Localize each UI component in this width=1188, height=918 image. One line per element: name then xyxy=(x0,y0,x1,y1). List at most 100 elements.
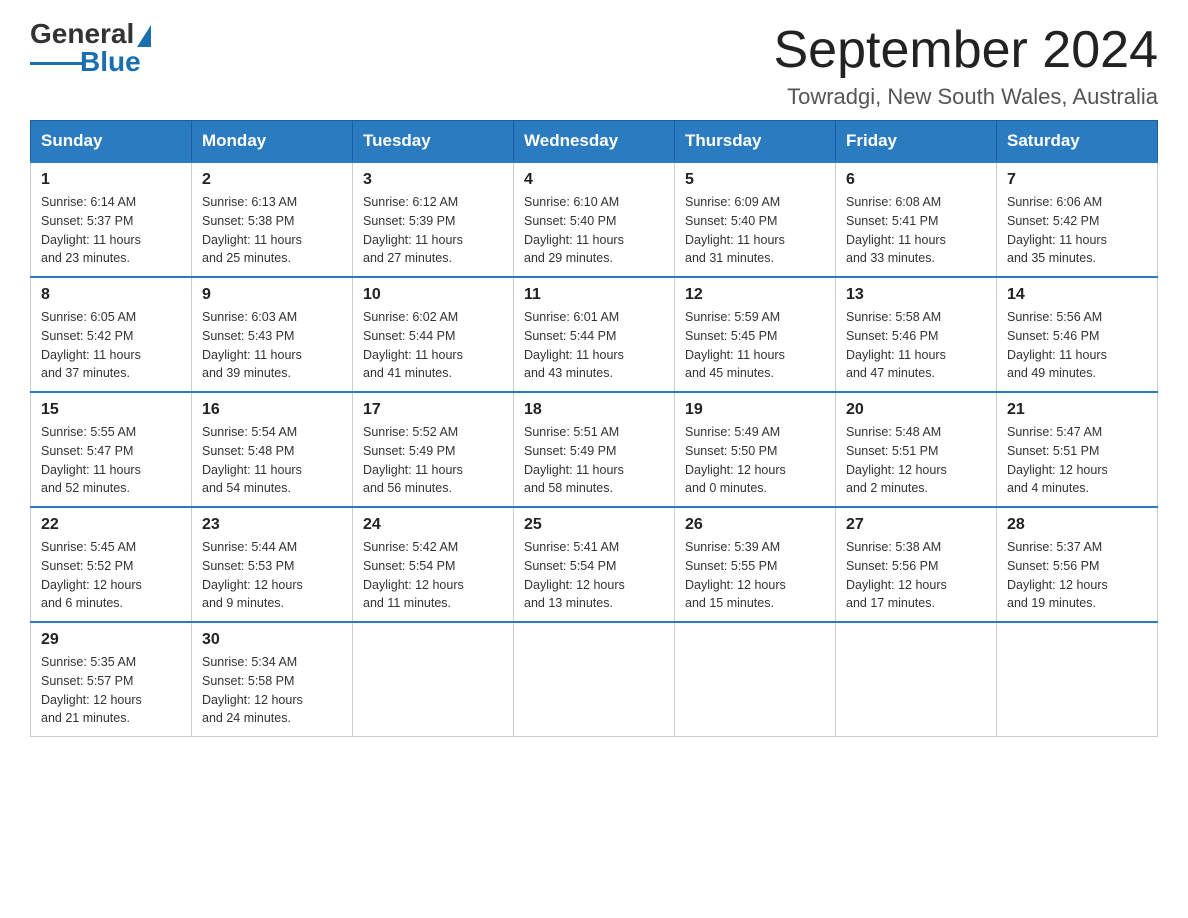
logo-triangle-icon xyxy=(137,25,151,47)
calendar-day-cell xyxy=(997,622,1158,737)
day-number: 22 xyxy=(41,516,181,534)
calendar-day-header: Wednesday xyxy=(514,121,675,163)
day-number: 18 xyxy=(524,401,664,419)
calendar-week-row: 1 Sunrise: 6:14 AMSunset: 5:37 PMDaylight… xyxy=(31,162,1158,277)
calendar-day-cell: 11 Sunrise: 6:01 AMSunset: 5:44 PMDayligh… xyxy=(514,277,675,392)
calendar-header-row: SundayMondayTuesdayWednesdayThursdayFrid… xyxy=(31,121,1158,163)
calendar-day-cell: 17Sunrise: 5:52 AMSunset: 5:49 PMDayligh… xyxy=(353,392,514,507)
day-info: Sunrise: 5:38 AMSunset: 5:56 PMDaylight:… xyxy=(846,538,986,613)
calendar-day-header: Monday xyxy=(192,121,353,163)
logo-general: General xyxy=(30,20,134,48)
day-info: Sunrise: 5:44 AMSunset: 5:53 PMDaylight:… xyxy=(202,538,342,613)
calendar-week-row: 8 Sunrise: 6:05 AMSunset: 5:42 PMDaylight… xyxy=(31,277,1158,392)
day-info: Sunrise: 5:39 AMSunset: 5:55 PMDaylight:… xyxy=(685,538,825,613)
day-info: Sunrise: 6:12 AMSunset: 5:39 PMDaylight:… xyxy=(363,193,503,268)
day-number: 24 xyxy=(363,516,503,534)
day-info: Sunrise: 6:09 AMSunset: 5:40 PMDaylight:… xyxy=(685,193,825,268)
day-number: 8 xyxy=(41,286,181,304)
day-number: 30 xyxy=(202,631,342,649)
calendar-day-cell: 19 Sunrise: 5:49 AMSunset: 5:50 PMDayligh… xyxy=(675,392,836,507)
calendar-day-cell xyxy=(836,622,997,737)
day-info: Sunrise: 5:47 AMSunset: 5:51 PMDaylight:… xyxy=(1007,423,1147,498)
day-info: Sunrise: 6:05 AMSunset: 5:42 PMDaylight:… xyxy=(41,308,181,383)
calendar-day-cell: 10 Sunrise: 6:02 AMSunset: 5:44 PMDayligh… xyxy=(353,277,514,392)
day-info: Sunrise: 5:51 AMSunset: 5:49 PMDaylight:… xyxy=(524,423,664,498)
day-number: 3 xyxy=(363,171,503,189)
day-info: Sunrise: 5:54 AMSunset: 5:48 PMDaylight:… xyxy=(202,423,342,498)
logo-divider xyxy=(30,62,82,65)
day-info: Sunrise: 5:52 AMSunset: 5:49 PMDaylight:… xyxy=(363,423,503,498)
calendar-day-cell: 22 Sunrise: 5:45 AMSunset: 5:52 PMDayligh… xyxy=(31,507,192,622)
day-number: 2 xyxy=(202,171,342,189)
day-number: 29 xyxy=(41,631,181,649)
calendar-day-header: Thursday xyxy=(675,121,836,163)
day-number: 21 xyxy=(1007,401,1147,419)
calendar-day-cell: 15Sunrise: 5:55 AMSunset: 5:47 PMDayligh… xyxy=(31,392,192,507)
title-block: September 2024 Towradgi, New South Wales… xyxy=(774,20,1159,110)
logo: General Blue xyxy=(30,20,151,76)
calendar-day-cell: 2 Sunrise: 6:13 AMSunset: 5:38 PMDaylight… xyxy=(192,162,353,277)
day-info: Sunrise: 5:42 AMSunset: 5:54 PMDaylight:… xyxy=(363,538,503,613)
calendar-day-cell: 1 Sunrise: 6:14 AMSunset: 5:37 PMDaylight… xyxy=(31,162,192,277)
calendar-day-cell: 7 Sunrise: 6:06 AMSunset: 5:42 PMDaylight… xyxy=(997,162,1158,277)
day-number: 16 xyxy=(202,401,342,419)
calendar-day-cell: 24 Sunrise: 5:42 AMSunset: 5:54 PMDayligh… xyxy=(353,507,514,622)
calendar-day-cell: 26 Sunrise: 5:39 AMSunset: 5:55 PMDayligh… xyxy=(675,507,836,622)
day-info: Sunrise: 5:59 AMSunset: 5:45 PMDaylight:… xyxy=(685,308,825,383)
calendar-day-cell: 8 Sunrise: 6:05 AMSunset: 5:42 PMDaylight… xyxy=(31,277,192,392)
day-info: Sunrise: 5:58 AMSunset: 5:46 PMDaylight:… xyxy=(846,308,986,383)
day-number: 26 xyxy=(685,516,825,534)
day-number: 7 xyxy=(1007,171,1147,189)
day-number: 23 xyxy=(202,516,342,534)
month-title: September 2024 xyxy=(774,20,1159,80)
calendar-day-header: Tuesday xyxy=(353,121,514,163)
calendar-day-cell: 4Sunrise: 6:10 AMSunset: 5:40 PMDaylight… xyxy=(514,162,675,277)
calendar-day-cell: 9 Sunrise: 6:03 AMSunset: 5:43 PMDaylight… xyxy=(192,277,353,392)
calendar-day-cell: 25 Sunrise: 5:41 AMSunset: 5:54 PMDayligh… xyxy=(514,507,675,622)
calendar-day-header: Saturday xyxy=(997,121,1158,163)
calendar-day-cell: 23 Sunrise: 5:44 AMSunset: 5:53 PMDayligh… xyxy=(192,507,353,622)
day-info: Sunrise: 6:03 AMSunset: 5:43 PMDaylight:… xyxy=(202,308,342,383)
calendar-day-cell: 14Sunrise: 5:56 AMSunset: 5:46 PMDayligh… xyxy=(997,277,1158,392)
calendar-week-row: 29 Sunrise: 5:35 AMSunset: 5:57 PMDayligh… xyxy=(31,622,1158,737)
calendar-day-cell xyxy=(353,622,514,737)
calendar-day-cell: 12Sunrise: 5:59 AMSunset: 5:45 PMDayligh… xyxy=(675,277,836,392)
calendar-day-cell: 6Sunrise: 6:08 AMSunset: 5:41 PMDaylight… xyxy=(836,162,997,277)
day-number: 27 xyxy=(846,516,986,534)
calendar-day-header: Friday xyxy=(836,121,997,163)
day-number: 20 xyxy=(846,401,986,419)
day-number: 11 xyxy=(524,286,664,304)
calendar-day-cell xyxy=(675,622,836,737)
day-number: 10 xyxy=(363,286,503,304)
logo-line2: Blue xyxy=(30,48,141,76)
day-number: 13 xyxy=(846,286,986,304)
day-info: Sunrise: 5:55 AMSunset: 5:47 PMDaylight:… xyxy=(41,423,181,498)
calendar-day-cell: 16 Sunrise: 5:54 AMSunset: 5:48 PMDayligh… xyxy=(192,392,353,507)
day-info: Sunrise: 5:49 AMSunset: 5:50 PMDaylight:… xyxy=(685,423,825,498)
calendar-day-cell: 30 Sunrise: 5:34 AMSunset: 5:58 PMDayligh… xyxy=(192,622,353,737)
calendar-day-cell: 3 Sunrise: 6:12 AMSunset: 5:39 PMDaylight… xyxy=(353,162,514,277)
calendar-week-row: 15Sunrise: 5:55 AMSunset: 5:47 PMDayligh… xyxy=(31,392,1158,507)
day-info: Sunrise: 6:14 AMSunset: 5:37 PMDaylight:… xyxy=(41,193,181,268)
day-number: 6 xyxy=(846,171,986,189)
day-number: 19 xyxy=(685,401,825,419)
day-number: 9 xyxy=(202,286,342,304)
calendar-day-cell: 13 Sunrise: 5:58 AMSunset: 5:46 PMDayligh… xyxy=(836,277,997,392)
day-number: 1 xyxy=(41,171,181,189)
calendar-day-cell: 27 Sunrise: 5:38 AMSunset: 5:56 PMDayligh… xyxy=(836,507,997,622)
calendar-week-row: 22 Sunrise: 5:45 AMSunset: 5:52 PMDayligh… xyxy=(31,507,1158,622)
day-info: Sunrise: 6:13 AMSunset: 5:38 PMDaylight:… xyxy=(202,193,342,268)
day-number: 25 xyxy=(524,516,664,534)
day-info: Sunrise: 6:01 AMSunset: 5:44 PMDaylight:… xyxy=(524,308,664,383)
location-title: Towradgi, New South Wales, Australia xyxy=(774,84,1159,110)
day-info: Sunrise: 5:45 AMSunset: 5:52 PMDaylight:… xyxy=(41,538,181,613)
day-info: Sunrise: 5:41 AMSunset: 5:54 PMDaylight:… xyxy=(524,538,664,613)
day-info: Sunrise: 5:35 AMSunset: 5:57 PMDaylight:… xyxy=(41,653,181,728)
day-info: Sunrise: 6:02 AMSunset: 5:44 PMDaylight:… xyxy=(363,308,503,383)
logo-text: General xyxy=(30,20,151,48)
day-info: Sunrise: 5:34 AMSunset: 5:58 PMDaylight:… xyxy=(202,653,342,728)
page-header: General Blue September 2024 Towradgi, Ne… xyxy=(30,20,1158,110)
day-info: Sunrise: 6:06 AMSunset: 5:42 PMDaylight:… xyxy=(1007,193,1147,268)
calendar-day-cell: 29 Sunrise: 5:35 AMSunset: 5:57 PMDayligh… xyxy=(31,622,192,737)
calendar-day-cell: 21 Sunrise: 5:47 AMSunset: 5:51 PMDayligh… xyxy=(997,392,1158,507)
